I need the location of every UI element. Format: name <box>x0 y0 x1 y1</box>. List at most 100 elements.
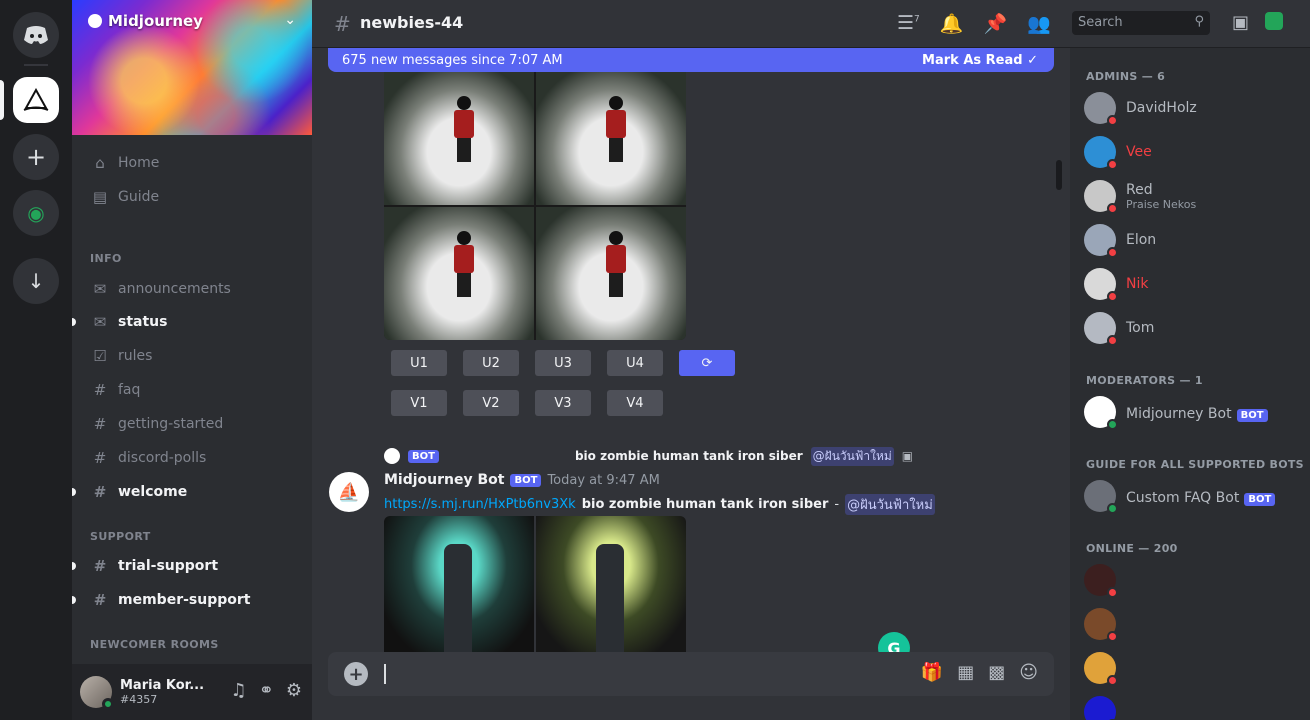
member-item[interactable]: Custom FAQ Bot BOT <box>1084 476 1276 516</box>
member-list: ADMINS — 6 DavidHolz Vee Red Praise Nekos… <box>1070 48 1310 720</box>
upscale-3-button[interactable]: U3 <box>535 350 591 376</box>
channel-member-support[interactable]: # member-support <box>80 585 304 615</box>
channel-announcements[interactable]: ✉ announcements <box>80 274 304 304</box>
notification-bell-icon[interactable]: 🔔 <box>940 12 964 35</box>
channel-status[interactable]: ✉ status <box>80 307 304 337</box>
upscale-4-button[interactable]: U4 <box>607 350 663 376</box>
gif-icon[interactable]: ▦ <box>957 662 974 683</box>
microphone-icon[interactable]: ♫ <box>231 680 247 701</box>
member-list-icon[interactable]: 👥 <box>1027 12 1051 35</box>
user-mention[interactable]: @ฝันวันฟ้าใหม่ <box>845 494 935 515</box>
sidebar-item-guide[interactable]: ▤ Guide <box>80 182 304 212</box>
avatar[interactable] <box>80 676 114 710</box>
thread-hash-icon: # <box>334 12 351 36</box>
member-item[interactable]: Vee <box>1084 132 1152 172</box>
browse-icon: ▤ <box>92 188 108 206</box>
user-panel: Maria Kor... #4357 ♫ ⚭ ⚙ <box>72 664 312 720</box>
reroll-icon: ⟳ <box>701 355 713 371</box>
megaphone-icon: ✉ <box>93 280 107 298</box>
server-name[interactable]: Midjourney <box>88 12 203 30</box>
category-support[interactable]: SUPPORT <box>90 530 151 543</box>
online-status-icon <box>102 698 114 710</box>
hash-icon: # <box>93 591 107 609</box>
rules-icon: ☑ <box>93 347 107 365</box>
pin-icon[interactable]: 📌 <box>983 12 1007 35</box>
member-item[interactable]: Tom <box>1084 308 1154 348</box>
grid-image <box>536 207 686 340</box>
variation-1-button[interactable]: V1 <box>391 390 447 416</box>
member-item[interactable] <box>1084 604 1126 644</box>
hash-icon: # <box>93 557 107 575</box>
new-messages-bar[interactable]: 675 new messages since 7:07 AM Mark As R… <box>328 48 1054 72</box>
variation-3-button[interactable]: V3 <box>535 390 591 416</box>
upscale-2-button[interactable]: U2 <box>463 350 519 376</box>
member-category-guide: GUIDE FOR ALL SUPPORTED BOTS <box>1086 458 1304 471</box>
upscale-1-button[interactable]: U1 <box>391 350 447 376</box>
inbox-icon[interactable]: ▣ <box>1232 12 1249 33</box>
member-item[interactable] <box>1084 648 1126 688</box>
help-icon[interactable] <box>1265 12 1284 30</box>
channel-rules[interactable]: ☑ rules <box>80 341 304 371</box>
channel-trial-support[interactable]: # trial-support <box>80 551 304 581</box>
home-icon: ⌂ <box>95 154 105 172</box>
grid-image <box>536 516 686 656</box>
emoji-icon[interactable]: ☺ <box>1019 662 1038 683</box>
mark-as-read-button[interactable]: Mark As Read ✓ <box>922 53 1038 68</box>
channel-discord-polls[interactable]: # discord-polls <box>80 443 304 473</box>
member-item[interactable]: Elon <box>1084 220 1156 260</box>
message-content: https://s.mj.run/HxPtb6nv3Xk bio zombie … <box>384 494 935 515</box>
bot-tag: BOT <box>510 473 542 487</box>
grid-image <box>384 207 534 340</box>
sticker-icon[interactable]: ▩ <box>988 662 1005 683</box>
image-icon: ▣ <box>901 449 914 463</box>
message-prompt: bio zombie human tank iron siber <box>581 497 829 512</box>
category-info[interactable]: INFO <box>90 252 122 265</box>
sidebar-item-home[interactable]: ⌂ Home <box>80 148 304 178</box>
message-author[interactable]: Midjourney Bot <box>384 472 504 488</box>
explore-servers-icon[interactable]: ◉ <box>13 190 59 236</box>
generated-image-grid[interactable] <box>384 516 686 656</box>
discord-home-icon[interactable] <box>13 12 59 58</box>
member-item[interactable]: Midjourney Bot BOT <box>1084 392 1268 432</box>
add-server-icon[interactable]: + <box>13 134 59 180</box>
user-mention[interactable]: @ฝันวันฟ้าใหม่ <box>810 446 894 466</box>
avatar <box>384 448 400 464</box>
variation-4-button[interactable]: V4 <box>607 390 663 416</box>
generated-image-grid[interactable] <box>384 72 686 340</box>
gear-icon[interactable]: ⚙ <box>286 680 302 701</box>
threads-icon[interactable]: ☰7 <box>897 12 920 35</box>
member-item[interactable]: Red Praise Nekos <box>1084 176 1196 216</box>
message-header: Midjourney Bot BOT Today at 9:47 AM <box>384 472 660 488</box>
download-apps-icon[interactable]: ↓ <box>13 258 59 304</box>
member-category-online: ONLINE — 200 <box>1086 542 1178 555</box>
channel-faq[interactable]: # faq <box>80 375 304 405</box>
hash-icon: # <box>93 415 107 433</box>
megaphone-icon: ✉ <box>93 313 107 331</box>
search-input[interactable]: Search ⚲ <box>1072 11 1210 35</box>
midjourney-server-icon[interactable] <box>13 77 59 123</box>
headphones-icon[interactable]: ⚭ <box>259 680 274 701</box>
member-item[interactable] <box>1084 692 1126 720</box>
avatar[interactable]: ⛵ <box>329 472 369 512</box>
grid-image <box>384 72 534 205</box>
reply-reference[interactable]: BOT bio zombie human tank iron siber @ฝั… <box>384 446 913 466</box>
verified-server-icon <box>88 14 102 28</box>
add-attachment-icon[interactable]: + <box>344 662 368 686</box>
member-item[interactable]: Nik <box>1084 264 1148 304</box>
scrollbar[interactable] <box>1056 160 1062 190</box>
channel-sidebar: Midjourney ⌄ ⌂ Home ▤ Guide INFO ✉ annou… <box>72 0 312 720</box>
reroll-button[interactable]: ⟳ <box>679 350 735 376</box>
channel-header: # newbies-44 ☰7 🔔 📌 👥 Search ⚲ ▣ <box>312 0 1310 48</box>
member-item[interactable]: DavidHolz <box>1084 88 1197 128</box>
message-composer[interactable]: + 🎁 ▦ ▩ ☺ <box>328 652 1054 696</box>
gift-icon[interactable]: 🎁 <box>921 662 943 683</box>
channel-welcome[interactable]: # welcome <box>80 477 304 507</box>
chevron-down-icon[interactable]: ⌄ <box>284 12 296 28</box>
member-item[interactable] <box>1084 560 1126 600</box>
category-newcomer-rooms[interactable]: NEWCOMER ROOMS <box>90 638 219 651</box>
user-name: Maria Kor... <box>120 678 205 693</box>
channel-getting-started[interactable]: # getting-started <box>80 409 304 439</box>
grid-image <box>384 516 534 656</box>
prompt-link[interactable]: https://s.mj.run/HxPtb6nv3Xk <box>384 497 576 512</box>
variation-2-button[interactable]: V2 <box>463 390 519 416</box>
